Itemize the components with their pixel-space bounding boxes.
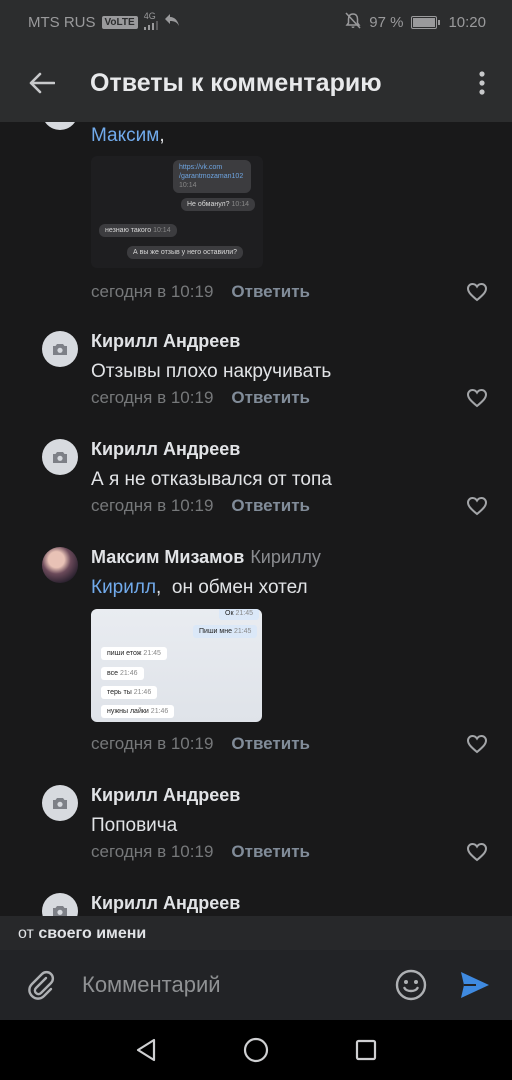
avatar[interactable] [42,893,78,916]
clock: 10:20 [448,13,486,31]
comment-author[interactable]: Кирилл Андреев [91,436,492,462]
sender-selector[interactable]: от своего имени [0,916,512,950]
heart-icon [466,282,488,302]
avatar[interactable] [42,122,78,130]
avatar[interactable] [42,331,78,367]
comment-meta: сегодня в 10:19 Ответить [91,494,310,518]
emoji-button[interactable] [394,968,428,1002]
heart-icon [466,842,488,862]
back-button[interactable] [24,65,60,101]
camera-icon [53,797,67,809]
page-title: Ответы к комментарию [90,68,382,97]
sender-name: своего имени [38,925,147,942]
comment-text: Кирилл, он обмен хотел [91,577,308,598]
more-button[interactable] [468,65,496,101]
comment-text: Поповича [91,815,178,836]
camera-icon [53,905,67,916]
comment-time: сегодня в 10:19 [91,842,214,861]
like-button[interactable] [466,842,490,864]
battery-icon [411,15,441,29]
comment-composer [0,950,512,1020]
arrow-left-icon [29,72,55,94]
author-name[interactable]: Максим Мизамов [91,547,244,567]
comment-text: А я не отказывался от топа [91,469,332,490]
comment-input[interactable] [80,971,394,999]
send-button[interactable] [458,968,492,1002]
comment-time: сегодня в 10:19 [91,734,214,753]
like-button[interactable] [466,734,490,756]
comment-time: сегодня в 10:19 [91,282,214,301]
network-indicator: 4G [143,12,158,32]
mention-link[interactable]: Кирилл [91,577,156,598]
nav-back-button[interactable] [128,1032,164,1068]
attached-image[interactable]: https://vk.com /garantmozaman102 10:14 Н… [91,156,263,268]
paperclip-icon [28,970,55,1000]
square-recents-icon [355,1039,377,1061]
comment-author[interactable]: Кирилл Андреев [91,782,492,808]
bubble: А вы же отзыв у него оставили? [127,246,244,259]
comment-meta: сегодня в 10:19 Ответить [91,732,310,756]
comment-text: Отзывы плохо накручивать [91,361,332,382]
smile-icon [395,969,427,1001]
like-button[interactable] [466,282,490,304]
heart-icon [466,388,488,408]
bubble: Ок 21:45 [219,609,259,620]
mute-icon [345,11,361,33]
like-button[interactable] [466,388,490,410]
nav-recents-button[interactable] [348,1032,384,1068]
bubble: https://vk.com /garantmozaman102 10:14 [173,160,251,193]
avatar[interactable] [42,547,78,583]
more-vertical-icon [479,71,485,95]
battery-percent: 97 % [369,13,404,31]
comment-meta: сегодня в 10:19 Ответить [91,386,310,410]
like-button[interactable] [466,496,490,518]
avatar[interactable] [42,439,78,475]
bubble: все 21:46 [101,667,144,680]
bubble: Не обманул? 10:14 [181,198,256,211]
sender-prefix: от [18,925,34,942]
app-bar: Ответы к комментарию [0,44,512,122]
nav-home-button[interactable] [238,1032,274,1068]
comment-text: Максим, [91,125,165,146]
reply-to-label[interactable]: Кириллу [250,547,321,567]
send-icon [461,972,489,998]
bubble: Пиши мне 21:45 [193,625,258,638]
comment-time: сегодня в 10:19 [91,388,214,407]
status-bar: MTS RUS VoLTE 4G 97 % 10:20 [0,0,512,44]
reply-button[interactable]: Ответить [231,842,310,861]
avatar[interactable] [42,785,78,821]
comment-meta: сегодня в 10:19 Ответить [91,280,310,304]
reply-button[interactable]: Ответить [231,282,310,301]
system-nav-bar [0,1020,512,1080]
bubble: нужны лайки 21:46 [101,705,175,718]
reply-button[interactable]: Ответить [231,734,310,753]
triangle-back-icon [136,1038,156,1062]
volte-badge: VoLTE [101,15,138,29]
bubble: терь ты 21:46 [101,686,158,699]
reply-button[interactable]: Ответить [231,496,310,515]
attach-button[interactable] [24,968,58,1002]
circle-home-icon [243,1037,269,1063]
carrier-label: MTS RUS [28,13,96,31]
comment-author: Максим Мизамов Кириллу [91,544,492,570]
camera-icon [53,451,67,463]
comment-meta: сегодня в 10:19 Ответить [91,840,310,864]
heart-icon [466,496,488,516]
comment-time: сегодня в 10:19 [91,496,214,515]
attached-image[interactable]: Ок 21:45 Пиши мне 21:45 пиши етож 21:45 … [91,609,262,722]
reply-button[interactable]: Ответить [231,388,310,407]
comment-author[interactable]: Кирилл Андреев [91,890,492,916]
comment-author[interactable]: Кирилл Андреев [91,328,492,354]
reply-notification-icon [164,13,180,31]
bubble: пиши етож 21:45 [101,647,167,660]
comments-feed[interactable]: Максим, https://vk.com /garantmozaman102… [0,122,512,916]
camera-icon [53,343,67,355]
bubble: незнаю такого 10:14 [99,224,177,237]
heart-icon [466,734,488,754]
mention-link[interactable]: Максим [91,125,159,146]
